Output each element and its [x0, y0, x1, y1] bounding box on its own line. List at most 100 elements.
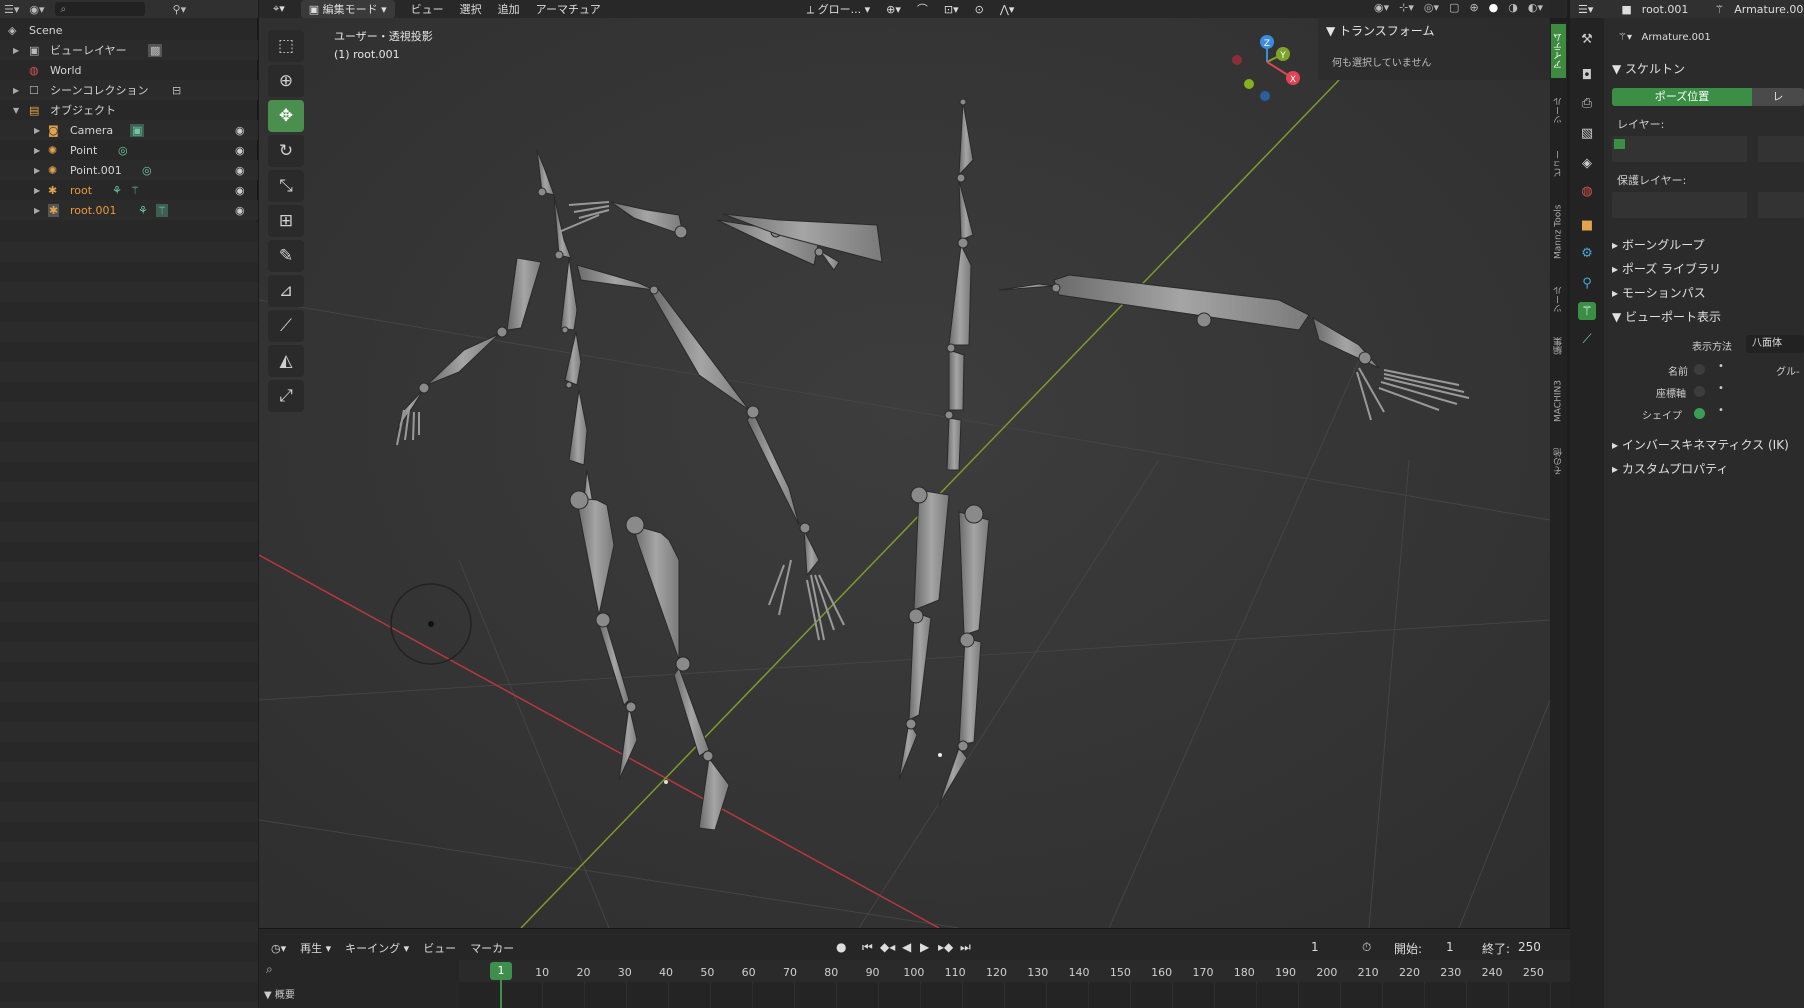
display-as-dropdown[interactable]: 八面体 [1746, 335, 1804, 353]
start-frame-field[interactable]: 1 [1446, 940, 1454, 954]
armature-datablock-selector[interactable]: ⚚▾ Armature.001 [1612, 28, 1804, 48]
outliner-row-scene[interactable]: ◈ Scene [0, 20, 258, 40]
outliner-row-root[interactable]: ▶ ✱ root ⚘ ⚚ ◉ [0, 180, 258, 200]
visibility-icon[interactable]: ◉▾ [1374, 1, 1389, 14]
current-frame-field[interactable]: 1 [1311, 940, 1319, 954]
next-keyframe-icon[interactable]: ▸◆ [938, 940, 953, 954]
visibility-eye-icon[interactable]: ◉ [235, 124, 245, 137]
snap-icon[interactable]: ⌒ [917, 1, 928, 17]
editor-type-icon[interactable]: ⌖▾ [273, 2, 285, 16]
display-mode-icon[interactable]: ◉▾ [29, 3, 44, 16]
playhead-frame-badge[interactable]: 1 [490, 962, 512, 980]
gizmo-neg-y[interactable] [1244, 79, 1254, 89]
play-icon[interactable]: ▶ [920, 940, 929, 954]
expand-arrow-icon[interactable]: ▶ [34, 166, 40, 175]
solid-shading-icon[interactable]: ● [1489, 1, 1499, 14]
jump-start-icon[interactable]: ⏮ [862, 940, 873, 955]
gizmo-neg-x[interactable] [1232, 55, 1242, 65]
play-reverse-icon[interactable]: ◀ [902, 940, 911, 954]
custom-properties-section[interactable]: ▸ カスタムプロパティ [1612, 460, 1728, 477]
outliner-row-view-layer[interactable]: ▶ ▣ ビューレイヤー ▩ [0, 40, 258, 60]
rest-position-button[interactable]: レ [1752, 88, 1804, 106]
editor-type-icon[interactable]: ☰▾ [1578, 3, 1593, 16]
expand-arrow-icon[interactable]: ▶ [13, 86, 19, 95]
render-props-icon[interactable]: ◘ [1578, 66, 1596, 84]
playback-menu[interactable]: 再生 ▾ [300, 940, 331, 956]
pose-icon[interactable]: ⚘ [112, 184, 122, 197]
outliner-search-input[interactable]: ⌕ [54, 2, 145, 16]
expand-arrow-icon[interactable]: ▶ [34, 186, 40, 195]
tab-tool[interactable]: ツール [1551, 86, 1566, 136]
active-layer-cell[interactable] [1614, 139, 1625, 149]
expand-arrow-icon[interactable]: ▶ [13, 46, 19, 55]
outliner-row-scene-collection[interactable]: ▶ ☐ シーンコレクション ⊟ [0, 80, 258, 100]
keying-menu[interactable]: キーイング ▾ [345, 940, 409, 956]
annotate-tool[interactable]: ✎ [268, 240, 304, 272]
move-tool[interactable]: ✥ [268, 100, 304, 132]
menu-view[interactable]: ビュー [411, 1, 444, 17]
overlay-icon[interactable]: ◎▾ [1424, 1, 1439, 14]
render-layer-icon[interactable]: ▩ [148, 43, 163, 57]
name-checkbox[interactable] [1694, 364, 1705, 375]
tab-mannz-tools[interactable]: Mannz Tools [1551, 192, 1566, 272]
bone-props-icon[interactable]: ⟋ [1578, 330, 1596, 348]
layer-grid-right[interactable] [1758, 136, 1804, 162]
gizmo-neg-z[interactable] [1260, 91, 1270, 101]
editor-type-icon[interactable]: ☰▾ [4, 3, 19, 16]
viewport-scene[interactable]: Z Y X [259, 0, 1550, 928]
outliner-row-point-001[interactable]: ▶ ✺ Point.001 ◎ ◉ [0, 160, 258, 180]
bone-groups-section[interactable]: ▸ ボーングループ [1612, 236, 1705, 253]
protected-layer-grid-right[interactable] [1758, 192, 1804, 218]
prev-keyframe-icon[interactable]: ◆◂ [880, 940, 895, 954]
editor-type-icon[interactable]: ◷▾ [271, 942, 286, 955]
transform-section-header[interactable]: ▼ トランスフォーム [1326, 22, 1434, 39]
extrude-tool[interactable]: ⤢ [268, 380, 304, 412]
visibility-eye-icon[interactable]: ◉ [235, 204, 245, 217]
armature-data-icon[interactable]: ⚚ [156, 203, 168, 217]
outliner-row-point[interactable]: ▶ ✺ Point ◎ ◉ [0, 140, 258, 160]
end-frame-field[interactable]: 250 [1518, 940, 1541, 954]
pose-library-section[interactable]: ▸ ポーズ ライブラリ [1612, 260, 1721, 277]
outliner-row-world[interactable]: ◍ World [0, 60, 258, 80]
timeline-keyframe-area[interactable] [459, 982, 1570, 1008]
cursor-tool[interactable]: ⊕ [268, 65, 304, 97]
filter-icon[interactable]: ⚲▾ [173, 3, 187, 16]
light-data-icon[interactable]: ◎ [142, 164, 152, 177]
expand-arrow-icon[interactable]: ▶ [34, 146, 40, 155]
axes-checkbox[interactable] [1694, 386, 1705, 397]
protected-layer-grid-left[interactable] [1612, 192, 1747, 218]
bone-size-tool[interactable]: ◭ [268, 345, 304, 377]
world-props-icon[interactable]: ◍ [1578, 182, 1596, 200]
tab-edit[interactable]: 編集 [1551, 328, 1566, 364]
tab-view[interactable]: ビュー [1551, 140, 1566, 188]
select-box-tool[interactable]: ⬚ [268, 30, 304, 62]
light-data-icon[interactable]: ◎ [118, 144, 128, 157]
viewport-display-section[interactable]: ▼ ビューポート表示 [1612, 308, 1721, 325]
tool-props-icon[interactable]: ⚒ [1578, 30, 1596, 48]
motion-paths-section[interactable]: ▸ モーションパス [1612, 284, 1706, 301]
scene-props-icon[interactable]: ◈ [1578, 154, 1596, 172]
menu-select[interactable]: 選択 [460, 1, 482, 17]
armature-data-props-icon[interactable]: ⚚ [1578, 302, 1596, 320]
menu-armature[interactable]: アーマチュア [536, 1, 601, 17]
falloff-icon[interactable]: ⋀▾ [1000, 3, 1015, 16]
proportional-edit-icon[interactable]: ⊙ [975, 3, 984, 16]
scale-tool[interactable]: ⤡ [268, 170, 304, 202]
visibility-eye-icon[interactable]: ◉ [235, 144, 245, 157]
transform-tool[interactable]: ⊞ [268, 205, 304, 237]
material-shading-icon[interactable]: ◑ [1508, 1, 1518, 14]
camera-data-icon[interactable]: ▣ [130, 123, 145, 137]
collapse-arrow-icon[interactable]: ▼ [13, 106, 19, 115]
object-props-icon[interactable]: ■ [1578, 216, 1596, 234]
collection-toggle-icon[interactable]: ⊟ [172, 84, 181, 97]
visibility-eye-icon[interactable]: ◉ [235, 184, 245, 197]
transform-orientation-dropdown[interactable]: ⟂ グロー... ▾ [807, 1, 870, 17]
ik-section[interactable]: ▸ インバースキネマティクス (IK) [1612, 436, 1789, 453]
tab-item[interactable]: アイテム [1551, 24, 1566, 78]
gizmo-toggle-icon[interactable]: ⊹▾ [1399, 1, 1414, 14]
measure-tool[interactable]: ⊿ [268, 275, 304, 307]
tab-tool-2[interactable]: ツール [1551, 276, 1566, 324]
pivot-icon[interactable]: ⊕▾ [886, 3, 901, 16]
marker-menu[interactable]: マーカー [470, 940, 514, 956]
outliner-row-camera[interactable]: ▶ ◙ Camera ▣ ◉ [0, 120, 258, 140]
